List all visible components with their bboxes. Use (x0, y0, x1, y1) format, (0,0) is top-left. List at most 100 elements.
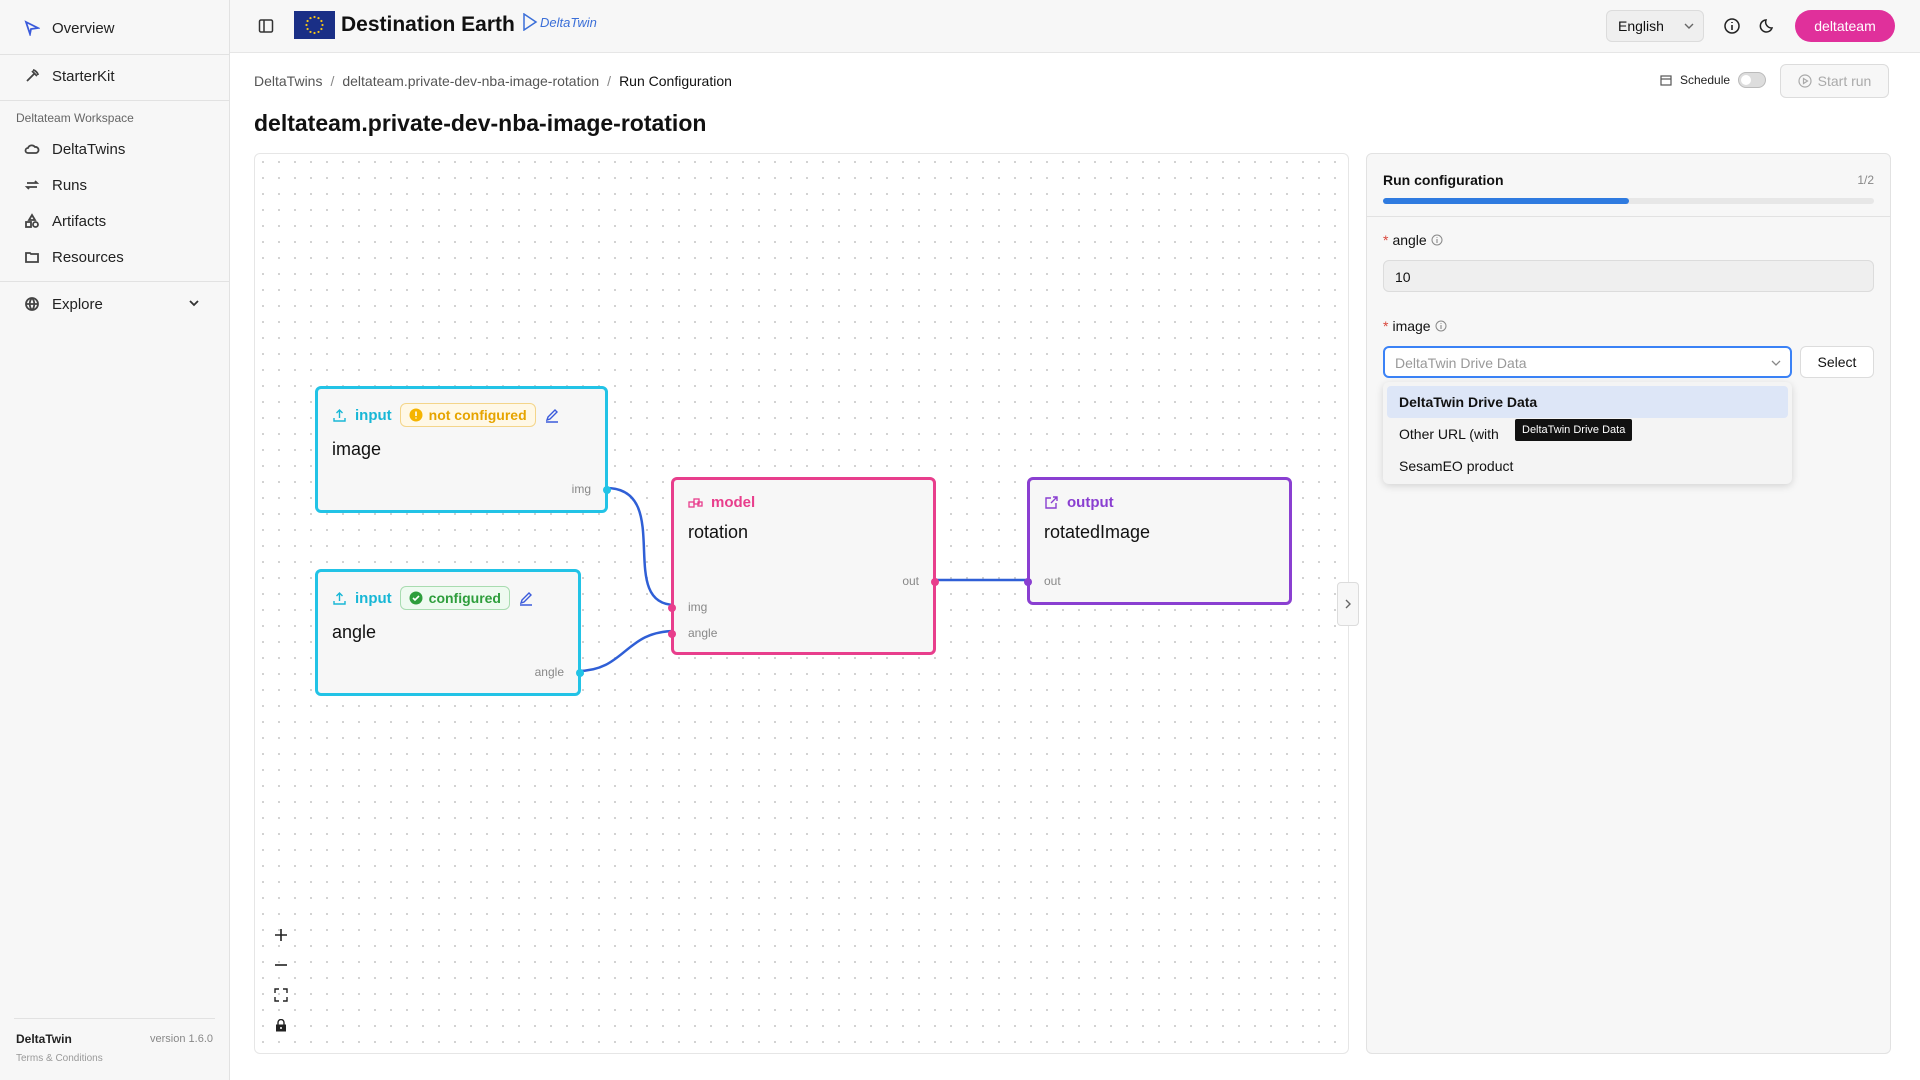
status-label: configured (428, 590, 501, 606)
flag-star (320, 19, 323, 23)
chevron-down-icon[interactable] (186, 295, 202, 311)
start-run-label: Start run (1817, 73, 1872, 89)
input-port[interactable] (668, 630, 676, 638)
breadcrumb-separator: / (607, 73, 612, 89)
nav-explore[interactable]: Explore (24, 292, 103, 316)
output-port[interactable] (931, 578, 939, 586)
nav-resources[interactable]: Resources (24, 245, 124, 269)
flag-star (306, 19, 309, 23)
node-name: image (332, 439, 382, 459)
flag-star (320, 27, 323, 31)
nav-overview-label: Overview (52, 19, 115, 37)
node-image-input[interactable]: input not configured image img (315, 386, 611, 513)
port-label: out (1044, 574, 1061, 588)
dropdown-option[interactable]: DeltaTwin Drive Data (1387, 386, 1788, 418)
port-label: angle (534, 665, 564, 679)
breadcrumb-deltatwins[interactable]: DeltaTwins (254, 73, 322, 89)
breadcrumb-separator: / (330, 73, 335, 89)
node-model[interactable]: model rotation out img angle (668, 477, 939, 655)
breadcrumb: DeltaTwins / deltateam.private-dev-nba-i… (254, 73, 732, 89)
tooltip: DeltaTwin Drive Data (1515, 419, 1633, 441)
schedule-control: Schedule (1660, 72, 1767, 88)
run-config-panel: Run configuration 1/2 * angle 10 * image… (1366, 153, 1891, 1054)
terms-link[interactable]: Terms & Conditions (16, 1053, 103, 1064)
zoom-out-button[interactable] (270, 954, 292, 976)
edit-icon[interactable] (544, 407, 560, 423)
start-run-button[interactable]: Start run (1780, 64, 1889, 98)
chevron-down-icon (1771, 360, 1781, 366)
required-marker: * (1383, 232, 1389, 248)
flag-star (306, 27, 309, 31)
node-angle-input[interactable]: input configured angle angle (315, 569, 584, 696)
edge-image-to-model (605, 486, 676, 607)
input-port[interactable] (1024, 578, 1032, 586)
workflow-canvas[interactable]: input not configured image img input con… (254, 153, 1349, 1054)
schedule-toggle[interactable] (1738, 72, 1767, 88)
angle-input[interactable]: 10 (1383, 260, 1874, 292)
port-label: img (571, 482, 591, 496)
lock-icon (276, 1018, 286, 1031)
info-icon[interactable] (1431, 234, 1443, 246)
panel-collapse-button[interactable] (1337, 582, 1359, 626)
folder-icon (25, 252, 39, 263)
navigation-icon (24, 20, 40, 36)
panel-step: 1/2 (1857, 173, 1874, 187)
flag-star (317, 30, 320, 34)
divider (0, 281, 229, 282)
deltatwin-logo-icon (523, 13, 538, 31)
edit-icon[interactable] (518, 590, 534, 606)
required-marker: * (1383, 318, 1389, 334)
sidebar: Overview StarterKit Deltateam Workspace … (0, 0, 230, 1080)
input-port[interactable] (668, 604, 676, 612)
nav-runs[interactable]: Runs (24, 173, 87, 197)
upload-icon (333, 408, 346, 422)
lock-button[interactable] (270, 1014, 292, 1036)
image-source-select[interactable]: DeltaTwin Drive Data (1383, 346, 1792, 378)
info-icon[interactable] (1435, 320, 1447, 332)
language-select[interactable]: English (1606, 10, 1704, 42)
select-button[interactable]: Select (1800, 346, 1874, 378)
breadcrumb-project[interactable]: deltateam.private-dev-nba-image-rotation (342, 73, 599, 89)
nav-deltatwins[interactable]: DeltaTwins (24, 137, 125, 161)
dropdown-option[interactable]: SesamEO product (1387, 450, 1788, 482)
deltatwin-logo-text: DeltaTwin (540, 14, 597, 30)
output-port[interactable] (603, 486, 611, 494)
flag-star (313, 31, 316, 35)
check-circle-icon (409, 591, 423, 605)
moon-icon[interactable] (1759, 17, 1777, 35)
progress-bar (1383, 198, 1874, 204)
nav-runs-label: Runs (52, 176, 88, 194)
status-badge: not configured (399, 403, 536, 427)
upload-icon (333, 591, 346, 605)
flag-star (317, 16, 320, 20)
node-output[interactable]: output rotatedImage out (1024, 477, 1292, 605)
nav-explore-label: Explore (52, 295, 103, 313)
edge-angle-to-model (577, 629, 676, 673)
progress-fill (1383, 198, 1629, 204)
page-title: deltateam.private-dev-nba-image-rotation (254, 110, 707, 136)
angle-label: angle (1392, 232, 1427, 248)
brand-title: Destination Earth (341, 13, 515, 36)
shapes-icon (25, 213, 39, 228)
schedule-label: Schedule (1680, 73, 1731, 87)
deltatwin-logo: DeltaTwin (522, 13, 597, 31)
node-header: output (1044, 494, 1114, 511)
sidebar-toggle-icon[interactable] (258, 18, 274, 34)
user-menu-button[interactable]: deltateam (1795, 10, 1895, 42)
nav-starterkit[interactable]: StarterKit (24, 64, 115, 88)
node-type-label: input (355, 406, 392, 424)
flag-star (321, 23, 324, 27)
node-name: rotation (688, 522, 749, 542)
nav-overview[interactable]: Overview (24, 16, 115, 40)
workspace-label: Deltateam Workspace (16, 111, 134, 125)
zoom-in-button[interactable] (270, 924, 292, 946)
port-label: out (902, 574, 919, 588)
nav-artifacts[interactable]: Artifacts (24, 209, 106, 233)
output-port[interactable] (576, 669, 584, 677)
info-icon[interactable] (1723, 17, 1741, 35)
external-link-icon (1045, 496, 1058, 509)
node-type-label: model (711, 494, 756, 511)
footer-version: version 1.6.0 (150, 1033, 213, 1045)
fit-view-button[interactable] (270, 984, 292, 1006)
cloud-icon (24, 144, 40, 154)
